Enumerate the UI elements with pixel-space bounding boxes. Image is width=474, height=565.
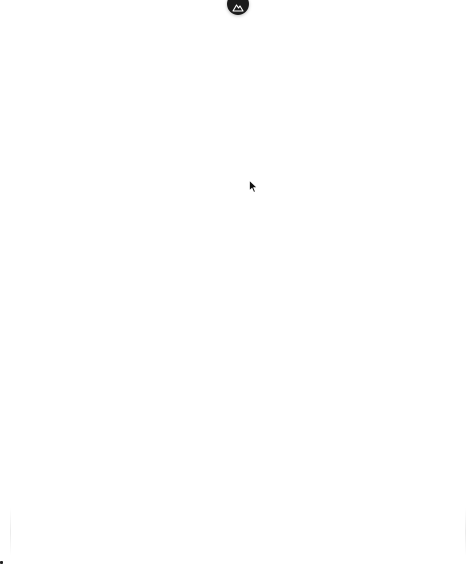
- mountain-logo-icon: [232, 4, 244, 12]
- panel-left-edge: [10, 508, 11, 556]
- corner-marker: [0, 561, 3, 564]
- panel-right-edge: [465, 508, 466, 556]
- app-logo-badge[interactable]: [227, 0, 249, 15]
- blank-page: [0, 0, 474, 565]
- arrow-cursor-icon: [249, 180, 258, 193]
